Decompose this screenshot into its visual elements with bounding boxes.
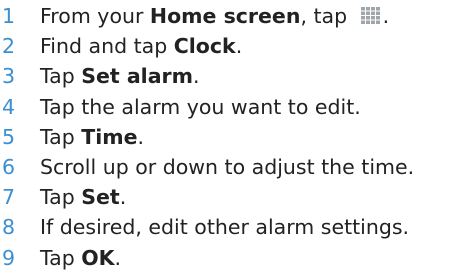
step-number: 4 [2,94,16,119]
step-text-before: Tap [40,185,82,210]
step-text-after: . [193,64,200,89]
step-text: Tap Time. [40,122,468,152]
step-text: Tap OK. [40,243,468,273]
step-text-before: Tap [40,64,82,89]
step-text-after: , tap [300,4,354,28]
step-text-bold: Time [81,124,138,149]
step-text-before: Tap the alarm you want to edit. [40,94,361,119]
step-text: From your Home screen, tap . [40,1,468,31]
step-text: If desired, edit other alarm settings. [40,212,468,242]
step-text-after: . [114,245,122,270]
step-text-before: Tap [40,245,82,270]
step-number: 8 [2,215,16,240]
step-text-before: If desired, edit other alarm settings. [40,215,410,240]
step-text: Find and tap Clock. [40,31,468,61]
instruction-steps: 1 From your Home screen, tap . 2 Find an… [0,0,468,273]
step-text-bold: Clock [173,34,236,59]
step-text-bold: OK [81,245,115,270]
step-number: 9 [2,245,16,270]
step-item: 9 Tap OK. [0,243,468,273]
step-text-before: Scroll up or down to adjust the time. [40,154,415,179]
step-text-before: From your [40,4,150,28]
step-number: 7 [2,185,16,210]
step-item: 8 If desired, edit other alarm settings. [0,212,468,242]
step-text-before: Tap [40,124,82,149]
step-text: Tap Set. [40,182,468,212]
step-number: 2 [2,34,16,59]
step-text-after: . [119,185,127,210]
step-item: 2 Find and tap Clock. [0,31,468,61]
step-text: Tap Set alarm. [40,61,468,91]
application-grid-icon [359,4,382,26]
step-text-bold: Home screen [149,4,301,28]
step-text-bold: Set alarm [81,64,194,89]
step-text-bold: Set [81,185,120,210]
step-text-end: . [382,4,390,28]
step-item: 6 Scroll up or down to adjust the time. [0,152,468,182]
step-text-after: . [137,124,145,149]
step-item: 5 Tap Time. [0,122,468,152]
step-number: 1 [2,4,16,28]
step-number: 5 [2,124,16,149]
step-number: 6 [2,154,16,179]
step-item: 1 From your Home screen, tap . [0,1,468,31]
step-number: 3 [2,64,16,89]
step-text-before: Find and tap [40,34,174,59]
step-item: 7 Tap Set. [0,182,468,212]
step-text: Tap the alarm you want to edit. [40,92,468,122]
step-item: 3 Tap Set alarm. [0,61,468,91]
step-text-after: . [235,34,243,59]
step-text: Scroll up or down to adjust the time. [40,152,468,182]
step-item: 4 Tap the alarm you want to edit. [0,92,468,122]
